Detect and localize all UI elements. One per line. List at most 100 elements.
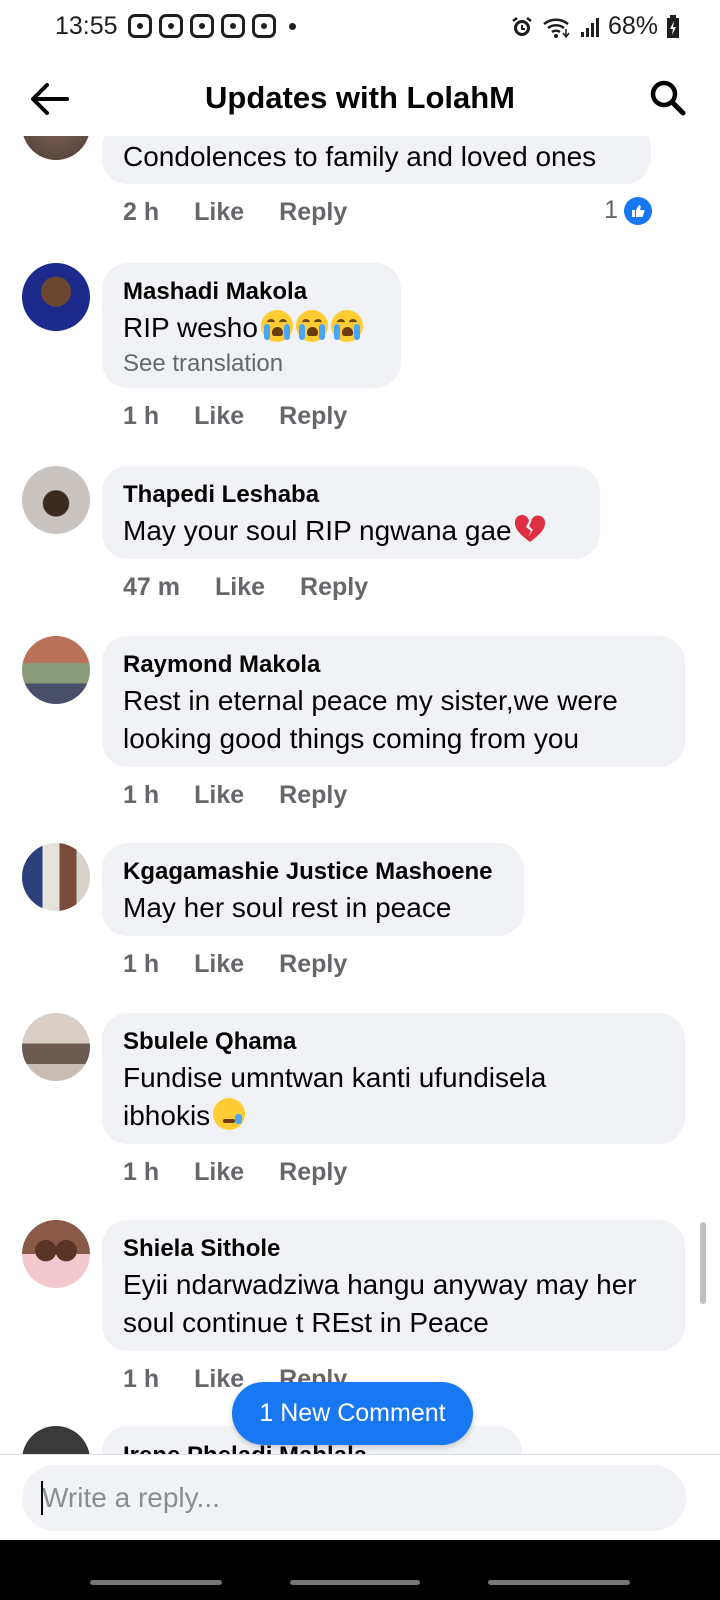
comment-author[interactable]: Sbulele Qhama: [123, 1025, 665, 1059]
sleepy-face-icon: [213, 1098, 246, 1130]
comment-text-line: RIP wesho: [123, 309, 381, 347]
comment-time: 1 h: [123, 1158, 160, 1186]
comment-bubble[interactable]: Shiela Sithole Eyii ndarwadziwa hangu an…: [102, 1220, 685, 1351]
notification-icon: [190, 14, 214, 38]
reply-link[interactable]: Reply: [279, 950, 347, 979]
text-cursor: [41, 1481, 43, 1515]
broken-heart-icon: [514, 514, 545, 542]
reply-composer: [0, 1454, 720, 1538]
comment-text: Condolences to family and loved ones: [123, 141, 597, 172]
comment-text: RIP wesho: [123, 312, 258, 343]
avatar[interactable]: [22, 263, 90, 331]
nav-back[interactable]: [488, 1580, 630, 1585]
reaction-count[interactable]: 1: [604, 196, 652, 225]
nav-recent-apps[interactable]: [90, 1580, 222, 1585]
notification-icons: [128, 14, 296, 38]
comment-author[interactable]: Thapedi Leshaba: [123, 478, 580, 512]
avatar[interactable]: [22, 843, 90, 911]
comment-bubble[interactable]: Mashadi Makola RIP wesho See translation: [102, 263, 401, 388]
like-link[interactable]: Like: [194, 1158, 244, 1187]
comment-bubble[interactable]: Condolences to family and loved ones: [102, 136, 651, 184]
see-translation-link[interactable]: See translation: [123, 347, 381, 381]
avatar[interactable]: [22, 136, 90, 160]
reply-link[interactable]: Reply: [279, 198, 347, 227]
comment-text: looking good things coming from you: [123, 723, 580, 754]
notification-icon: [128, 14, 152, 38]
comment-time: 47 m: [123, 573, 180, 601]
comment-text-line: ibhokis: [123, 1097, 665, 1135]
comment-text-line: May your soul RIP ngwana gae: [123, 512, 580, 550]
avatar[interactable]: [22, 466, 90, 534]
search-button[interactable]: [644, 74, 692, 122]
like-count-value: 1: [604, 196, 618, 224]
reply-link[interactable]: Reply: [279, 781, 347, 810]
avatar[interactable]: [22, 636, 90, 704]
reply-link[interactable]: Reply: [279, 402, 347, 431]
comment-text: May her soul rest in peace: [123, 892, 452, 923]
comment-actions: 1 h Like Reply: [123, 1158, 347, 1187]
status-indicators: 68%: [510, 12, 680, 41]
signal-icon: [580, 17, 599, 37]
comment-item: Raymond Makola Rest in eternal peace my …: [0, 636, 720, 826]
scrollbar[interactable]: [700, 1222, 706, 1304]
comment-item: Thapedi Leshaba May your soul RIP ngwana…: [0, 466, 720, 616]
alarm-icon: [512, 16, 532, 36]
nav-home[interactable]: [290, 1580, 420, 1585]
reply-link[interactable]: Reply: [279, 1158, 347, 1187]
comments-list[interactable]: Condolences to family and loved ones 2 h…: [0, 136, 720, 1482]
comment-item: Sbulele Qhama Fundise umntwan kanti ufun…: [0, 1013, 720, 1203]
comment-time: 1 h: [123, 1365, 160, 1393]
avatar[interactable]: [22, 1220, 90, 1288]
like-link[interactable]: Like: [194, 198, 244, 227]
comment-time: 1 h: [123, 950, 160, 978]
comment-item: Kgagamashie Justice Mashoene May her sou…: [0, 843, 720, 993]
status-bar: 13:55 68%: [0, 0, 720, 56]
app-header: Updates with LolahM: [0, 60, 720, 136]
crying-face-icon: [295, 310, 328, 342]
comment-item: Condolences to family and loved ones 2 h…: [0, 136, 720, 256]
like-link[interactable]: Like: [215, 573, 265, 602]
comment-bubble[interactable]: Thapedi Leshaba May your soul RIP ngwana…: [102, 466, 600, 559]
notification-icon: [252, 14, 276, 38]
more-notifications-icon: [289, 22, 296, 30]
crying-face-icon: [260, 310, 293, 342]
comment-actions: 2 h Like Reply: [123, 198, 347, 227]
comment-bubble[interactable]: Sbulele Qhama Fundise umntwan kanti ufun…: [102, 1013, 685, 1144]
new-comment-button[interactable]: 1 New Comment: [232, 1382, 473, 1445]
crying-face-icon: [330, 310, 363, 342]
reply-input[interactable]: [22, 1465, 686, 1531]
thumbs-up-icon: [624, 196, 652, 225]
comment-author[interactable]: Shiela Sithole: [123, 1232, 665, 1266]
comment-bubble[interactable]: Raymond Makola Rest in eternal peace my …: [102, 636, 685, 767]
battery-percent: 68%: [607, 12, 658, 40]
comment-actions: 1 h Like Reply: [123, 950, 347, 979]
comment-time: 1 h: [123, 781, 160, 809]
comment-author[interactable]: Mashadi Makola: [123, 275, 381, 309]
comment-actions: 1 h Like Reply: [123, 402, 347, 431]
like-link[interactable]: Like: [194, 950, 244, 979]
comment-bubble[interactable]: Kgagamashie Justice Mashoene May her sou…: [102, 843, 524, 936]
comment-text: ibhokis: [123, 1100, 211, 1131]
reply-link[interactable]: Reply: [300, 573, 368, 602]
search-icon: [650, 80, 686, 116]
comment-actions: 47 m Like Reply: [123, 573, 368, 602]
comment-time: 1 h: [123, 402, 160, 430]
comment-text: Eyii ndarwadziwa hangu anyway may her: [123, 1269, 637, 1300]
status-time: 13:55: [55, 12, 118, 40]
wifi-icon: [543, 17, 570, 38]
comment-text: soul continue t REst in Peace: [123, 1307, 489, 1338]
comment-text: Fundise umntwan kanti ufundisela: [123, 1062, 547, 1093]
notification-icon: [221, 14, 245, 38]
avatar[interactable]: [22, 1013, 90, 1081]
battery-charging-icon: [667, 14, 679, 38]
like-link[interactable]: Like: [194, 402, 244, 431]
comment-author[interactable]: Kgagamashie Justice Mashoene: [123, 855, 504, 889]
like-link[interactable]: Like: [194, 781, 244, 810]
comment-author[interactable]: Raymond Makola: [123, 648, 665, 682]
notification-icon: [159, 14, 183, 38]
comment-item: Mashadi Makola RIP wesho See translation…: [0, 263, 720, 443]
comment-text: Rest in eternal peace my sister,we were: [123, 685, 618, 716]
comment-text: May your soul RIP ngwana gae: [123, 515, 512, 546]
like-link[interactable]: Like: [194, 1365, 244, 1394]
system-navigation-bar: [0, 1540, 720, 1600]
